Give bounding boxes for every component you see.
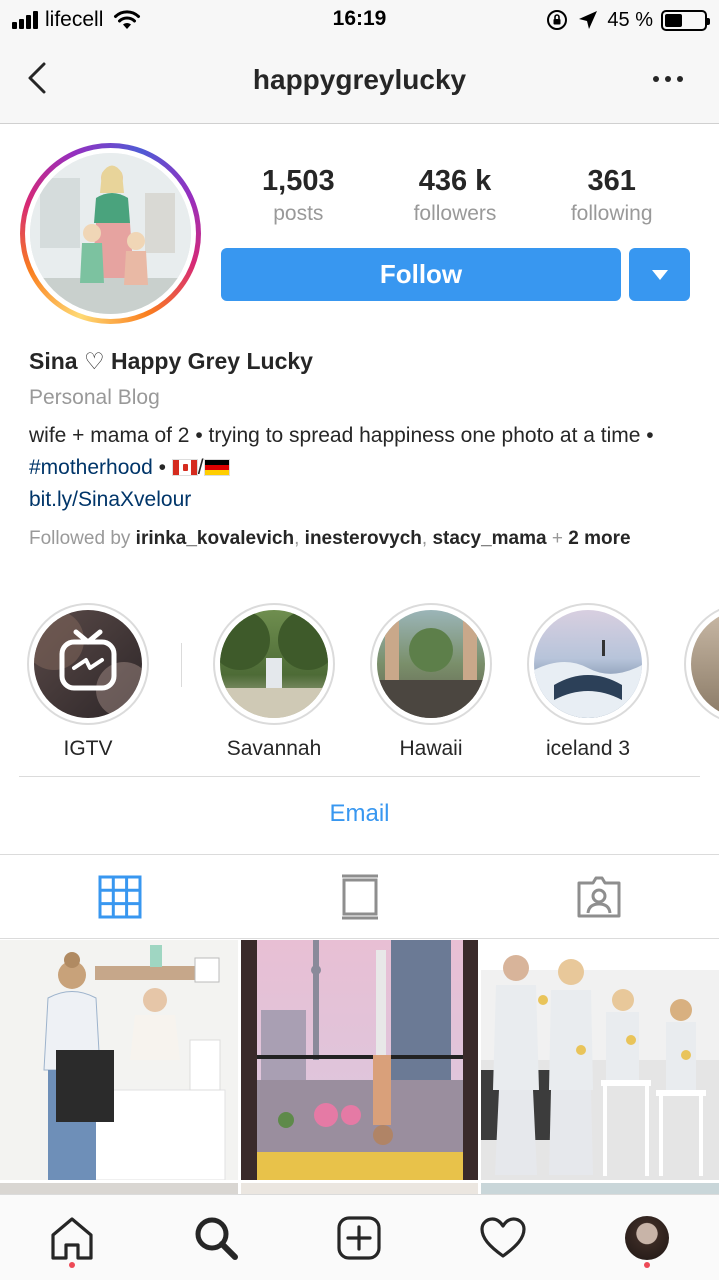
- tab-grid[interactable]: [0, 855, 240, 938]
- followed-by[interactable]: Followed by irinka_kovalevich, inesterov…: [29, 526, 689, 552]
- status-bar: lifecell 16:19 45 %: [0, 0, 719, 40]
- suggestions-dropdown-button[interactable]: [629, 248, 690, 301]
- plus-square-icon: [337, 1215, 382, 1260]
- location-icon: [579, 11, 598, 29]
- stat-followers[interactable]: 436 k followers: [377, 165, 534, 226]
- stat-label: following: [570, 202, 653, 225]
- post-thumbnail[interactable]: [481, 940, 719, 1180]
- post-thumbnail[interactable]: [240, 940, 479, 1180]
- profile-tabs: [0, 854, 719, 939]
- followed-more[interactable]: 2 more: [568, 528, 630, 549]
- tagged-icon: [577, 876, 621, 917]
- search-icon: [195, 1217, 238, 1260]
- nav-profile[interactable]: [575, 1195, 719, 1280]
- followed-plus: +: [546, 528, 569, 549]
- battery-percent: 45 %: [607, 8, 653, 31]
- followed-by-prefix: Followed by: [29, 528, 136, 549]
- profile-display-name: Sina ♡ Happy Grey Lucky: [29, 348, 313, 374]
- highlight-label: tu: [683, 737, 719, 761]
- avatar: [625, 1215, 670, 1260]
- highlight-partial[interactable]: tu: [683, 603, 719, 761]
- bio-text-sep: •: [152, 456, 172, 479]
- caret-down-icon: [651, 269, 668, 280]
- divider: [19, 776, 700, 777]
- tab-tagged[interactable]: [479, 855, 719, 938]
- nav-new-post[interactable]: [288, 1195, 432, 1280]
- story-highlights: IGTV Savannah Hawaii iceland 3: [0, 603, 719, 763]
- profile-username-title: happygreylucky: [252, 64, 467, 95]
- stat-value: 1,503: [262, 165, 335, 197]
- bio-text: wife + mama of 2 • trying to spread happ…: [29, 424, 654, 447]
- navigation-bar: happygreylucky: [0, 40, 719, 124]
- stat-label: followers: [413, 202, 497, 225]
- highlight-label: Savannah: [226, 737, 322, 760]
- grid-icon: [98, 875, 142, 918]
- stat-value: 361: [587, 165, 636, 197]
- profile-bio: Sina ♡ Happy Grey Lucky Personal Blog wi…: [29, 348, 689, 552]
- highlight-divider: [181, 643, 182, 687]
- heart-icon: [480, 1216, 526, 1258]
- follow-button[interactable]: Follow: [221, 248, 621, 301]
- highlight-label: IGTV: [63, 737, 113, 760]
- email-button[interactable]: Email: [0, 800, 719, 828]
- avatar-photo: [30, 153, 191, 314]
- stat-value: 436 k: [418, 165, 492, 197]
- nav-home[interactable]: [0, 1195, 144, 1280]
- nav-activity[interactable]: [431, 1195, 575, 1280]
- canada-flag-icon: [171, 459, 198, 476]
- profile-stats: 1,503 posts 436 k followers 361 followin…: [220, 165, 690, 226]
- highlight-savannah[interactable]: Savannah: [212, 603, 336, 761]
- bio-website-link[interactable]: bit.ly/SinaXvelour: [29, 484, 689, 516]
- stat-following[interactable]: 361 following: [533, 165, 690, 226]
- post-thumbnail[interactable]: [0, 940, 238, 1180]
- highlight-igtv[interactable]: IGTV: [26, 603, 150, 761]
- igtv-icon: [34, 610, 142, 718]
- hashtag-link[interactable]: #motherhood: [29, 456, 153, 479]
- followed-user[interactable]: stacy_mama: [432, 528, 546, 549]
- stat-posts[interactable]: 1,503 posts: [220, 165, 377, 226]
- posts-grid: [0, 940, 719, 1180]
- stat-label: posts: [273, 202, 324, 225]
- orientation-lock-icon: [547, 10, 568, 30]
- bottom-navigation: [0, 1194, 719, 1280]
- highlight-label: iceland 3: [545, 737, 631, 760]
- notification-dot: [644, 1262, 651, 1268]
- followed-user[interactable]: inesterovych: [305, 528, 422, 549]
- feed-icon: [341, 874, 378, 919]
- battery-icon: [661, 9, 710, 31]
- highlight-hawaii[interactable]: Hawaii: [369, 603, 493, 761]
- tab-feed[interactable]: [240, 855, 480, 938]
- germany-flag-icon: [203, 459, 230, 476]
- profile-avatar[interactable]: [20, 143, 201, 324]
- home-icon: [51, 1216, 93, 1260]
- nav-search[interactable]: [144, 1195, 288, 1280]
- bio-description: wife + mama of 2 • trying to spread happ…: [29, 420, 689, 484]
- profile-category: Personal Blog: [29, 386, 160, 409]
- highlight-iceland-3[interactable]: iceland 3: [526, 603, 650, 761]
- notification-dot: [68, 1262, 75, 1268]
- followed-user[interactable]: irinka_kovalevich: [136, 528, 294, 549]
- more-icon[interactable]: [653, 76, 683, 82]
- highlight-label: Hawaii: [399, 737, 463, 760]
